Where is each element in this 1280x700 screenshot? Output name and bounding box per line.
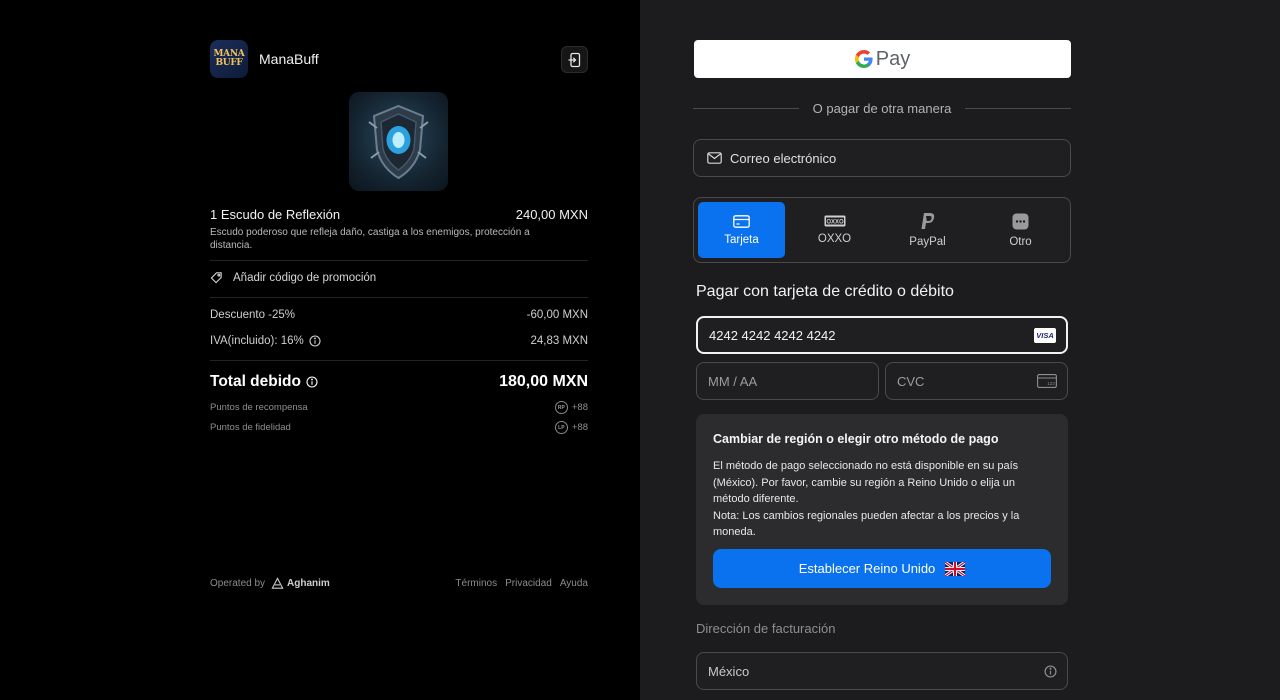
set-uk-region-label: Establecer Reino Unido bbox=[798, 561, 936, 576]
email-input[interactable]: Correo electrónico bbox=[693, 139, 1071, 177]
footer: Operated by Aghanim Términos Privacidad … bbox=[210, 577, 588, 590]
method-tab-card[interactable]: Tarjeta bbox=[698, 202, 785, 258]
item-description: Escudo poderoso que refleja daño, castig… bbox=[210, 227, 530, 251]
product-image bbox=[349, 92, 448, 191]
method-label-oxxo: OXXO bbox=[817, 233, 852, 245]
info-icon[interactable] bbox=[306, 376, 318, 388]
card-number-input[interactable]: 4242 4242 4242 4242 VISA bbox=[696, 316, 1068, 354]
card-number-value: 4242 4242 4242 4242 bbox=[709, 327, 836, 343]
payment-method-selector: Tarjeta OXXO OXXO PayPal Otro bbox=[693, 197, 1071, 263]
reward-points-row: Puntos de recompensa RP +88 bbox=[210, 401, 588, 414]
google-g-icon bbox=[854, 50, 873, 68]
mail-icon bbox=[707, 152, 722, 164]
privacy-link[interactable]: Privacidad bbox=[505, 578, 552, 589]
set-uk-region-button[interactable]: Establecer Reino Unido bbox=[713, 549, 1051, 588]
exit-icon bbox=[568, 52, 580, 67]
item-title: 1 Escudo de Reflexión bbox=[210, 207, 341, 222]
loyalty-points-row: Puntos de fidelidad LP +88 bbox=[210, 421, 588, 434]
total-value: 180,00 MXN bbox=[499, 373, 588, 390]
aghanim-logo[interactable]: Aghanim bbox=[271, 577, 330, 590]
total-row: Total debido 180,00 MXN bbox=[210, 373, 588, 391]
tax-row: IVA(incluido): 16% 24,83 MXN bbox=[210, 335, 588, 347]
uk-flag-icon bbox=[945, 561, 966, 576]
reward-points-value: +88 bbox=[571, 402, 588, 413]
region-notice-card: Cambiar de región o elegir otro método d… bbox=[696, 414, 1068, 605]
add-promo-code-button[interactable]: Añadir código de promoción bbox=[210, 271, 376, 284]
method-label-card: Tarjeta bbox=[724, 233, 759, 246]
method-label-paypal: PayPal bbox=[909, 236, 946, 248]
card-section-heading: Pagar con tarjeta de crédito o débito bbox=[696, 283, 954, 300]
svg-text:OXXO: OXXO bbox=[826, 219, 844, 225]
info-icon bbox=[1044, 664, 1057, 678]
discount-value: -60,00 MXN bbox=[526, 309, 588, 321]
divider bbox=[210, 297, 588, 298]
discount-row: Descuento -25% -60,00 MXN bbox=[210, 309, 588, 321]
method-label-other: Otro bbox=[1009, 235, 1032, 248]
tax-label: IVA(incluido): 16% bbox=[210, 335, 304, 347]
loyalty-points-icon: LP bbox=[554, 421, 568, 434]
region-notice-message: El método de pago seleccionado no está d… bbox=[713, 460, 1019, 505]
email-placeholder: Correo electrónico bbox=[730, 150, 837, 166]
info-icon[interactable] bbox=[309, 335, 321, 347]
merchant-name: ManaBuff bbox=[259, 51, 319, 67]
expiry-placeholder: MM / AA bbox=[708, 373, 758, 389]
divider bbox=[210, 260, 588, 261]
visa-icon: VISA bbox=[1034, 327, 1056, 343]
aghanim-icon bbox=[271, 577, 284, 589]
discount-label: Descuento -25% bbox=[210, 309, 296, 321]
tax-value: 24,83 MXN bbox=[530, 335, 588, 347]
cvc-placeholder: CVC bbox=[897, 373, 925, 389]
card-icon bbox=[733, 214, 750, 228]
operated-by-label: Operated by bbox=[210, 578, 266, 589]
reward-points-icon: RP bbox=[554, 401, 568, 414]
terms-link[interactable]: Términos bbox=[455, 578, 497, 589]
region-notice-title: Cambiar de región o elegir otro método d… bbox=[713, 432, 999, 446]
svg-text:123: 123 bbox=[1047, 381, 1055, 386]
method-tab-paypal[interactable]: PayPal bbox=[884, 202, 971, 258]
method-tab-other[interactable]: Otro bbox=[977, 202, 1064, 258]
reward-points-label: Puntos de recompensa bbox=[210, 402, 308, 413]
aghanim-brand-name: Aghanim bbox=[287, 578, 330, 589]
payment-panel: Pay O pagar de otra manera Correo electr… bbox=[640, 0, 1280, 700]
total-label: Total debido bbox=[210, 373, 301, 390]
loyalty-points-value: +88 bbox=[571, 422, 588, 433]
loyalty-points-label: Puntos de fidelidad bbox=[210, 422, 291, 433]
expiry-input[interactable]: MM / AA bbox=[696, 362, 879, 400]
logo-text-bottom: BUFF bbox=[215, 58, 243, 68]
tag-icon bbox=[210, 272, 222, 284]
google-pay-button[interactable]: Pay bbox=[694, 40, 1071, 78]
billing-address-label: Dirección de facturación bbox=[696, 621, 836, 636]
google-pay-label: Pay bbox=[875, 47, 911, 70]
item-price: 240,00 MXN bbox=[515, 207, 588, 222]
more-icon bbox=[1012, 213, 1029, 229]
promo-label: Añadir código de promoción bbox=[233, 271, 377, 284]
country-select[interactable]: México bbox=[696, 652, 1068, 690]
line-item: 1 Escudo de Reflexión 240,00 MXN Escudo … bbox=[210, 207, 588, 252]
oxxo-icon: OXXO bbox=[824, 215, 845, 227]
order-summary-panel: MANA BUFF ManaBuff 1 Escudo de Reflexión… bbox=[0, 0, 640, 700]
or-text: O pagar de otra manera bbox=[812, 101, 952, 116]
merchant-logo: MANA BUFF bbox=[210, 40, 248, 78]
cvc-input[interactable]: CVC 123 bbox=[885, 362, 1068, 400]
divider bbox=[210, 360, 588, 361]
country-value: México bbox=[708, 663, 750, 679]
region-notice-note: Nota: Los cambios regionales pueden afec… bbox=[713, 509, 1020, 539]
cvc-card-icon: 123 bbox=[1037, 374, 1057, 388]
or-divider: O pagar de otra manera bbox=[693, 101, 1071, 116]
method-tab-oxxo[interactable]: OXXO OXXO bbox=[791, 202, 878, 258]
paypal-icon bbox=[921, 213, 934, 229]
merchant-header: MANA BUFF ManaBuff bbox=[210, 40, 319, 78]
exit-button[interactable] bbox=[561, 46, 588, 73]
help-link[interactable]: Ayuda bbox=[560, 578, 588, 589]
